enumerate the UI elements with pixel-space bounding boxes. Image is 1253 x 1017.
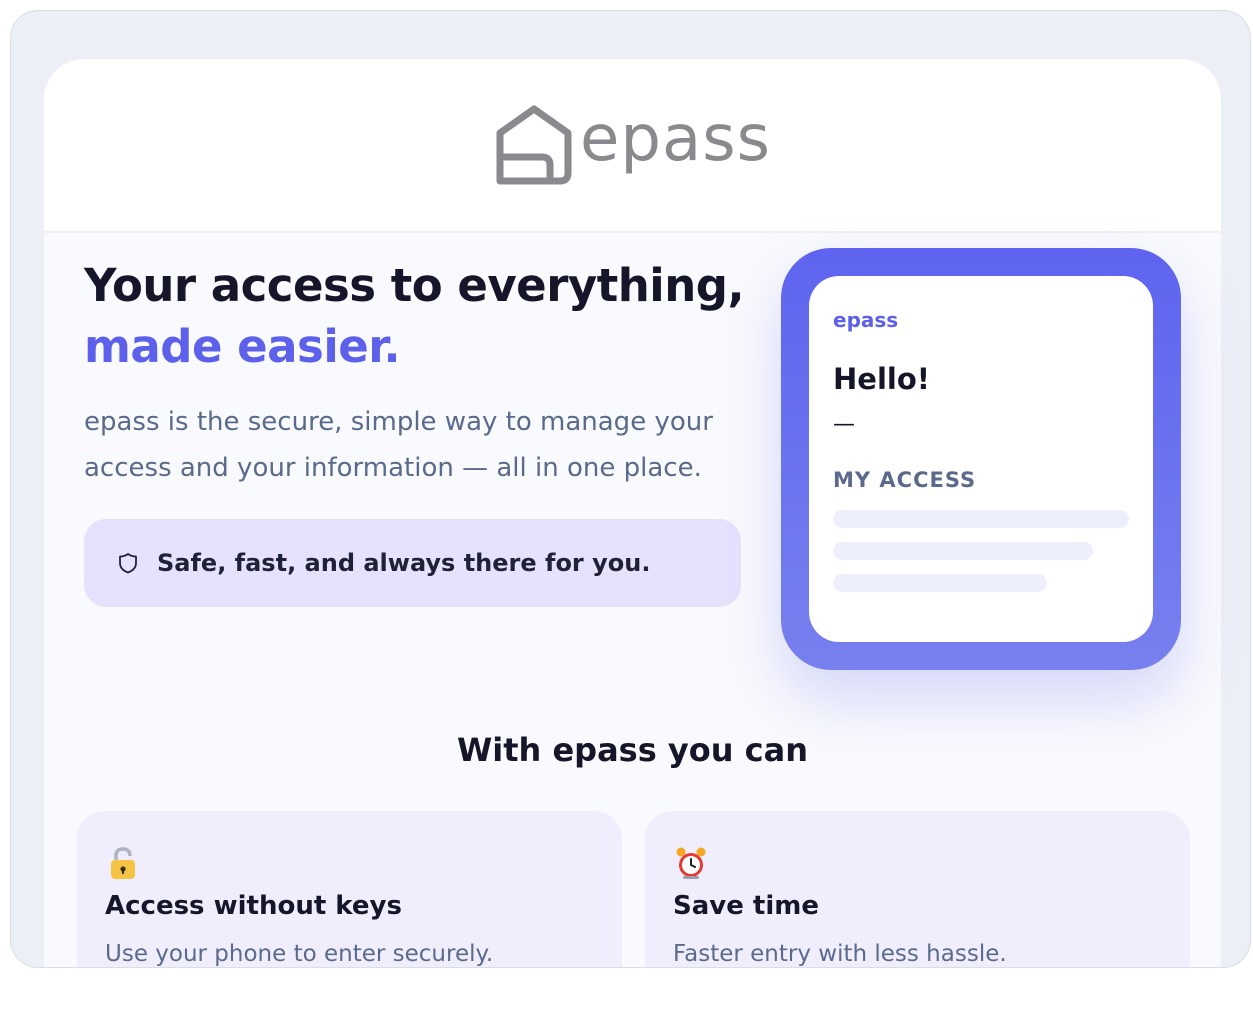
- alarm-clock-icon: [676, 847, 706, 879]
- landing-card: epass Your access to everything, made ea…: [44, 59, 1221, 967]
- safety-badge: Safe, fast, and always there for you.: [84, 519, 741, 607]
- padlock-icon: [111, 847, 135, 879]
- logo-header: epass: [44, 59, 1221, 233]
- shield-icon: [119, 553, 137, 574]
- feature-title: Access without keys: [105, 891, 402, 921]
- browser-viewport: epass Your access to everything, made ea…: [10, 10, 1251, 968]
- hero-title: Your access to everything, made easier.: [84, 255, 745, 377]
- safety-badge-text: Safe, fast, and always there for you.: [157, 549, 651, 577]
- hero-title-line2: made easier.: [84, 320, 401, 373]
- main-content: Your access to everything, made easier. …: [44, 233, 1221, 967]
- features-heading: With epass you can: [456, 731, 809, 769]
- placeholder-row: [833, 542, 1093, 560]
- phone-screen: epass Hello! — MY ACCESS: [809, 276, 1153, 642]
- phone-mockup: epass Hello! — MY ACCESS: [781, 248, 1181, 670]
- hero-title-line1: Your access to everything,: [84, 259, 745, 312]
- phone-greeting: Hello!: [833, 362, 930, 396]
- feature-description: Use your phone to enter securely.: [105, 941, 494, 967]
- placeholder-row: [833, 510, 1129, 528]
- phone-divider-dash: —: [833, 412, 855, 437]
- epass-logo[interactable]: epass: [494, 102, 771, 187]
- feature-card-time: Save time Faster entry with less hassle.: [645, 811, 1190, 967]
- house-icon: [496, 105, 572, 185]
- hero-subtitle: epass is the secure, simple way to manag…: [84, 407, 713, 483]
- logo-wordmark: epass: [580, 102, 771, 176]
- feature-card-access: Access without keys Use your phone to en…: [77, 811, 622, 967]
- placeholder-row: [833, 574, 1047, 592]
- phone-brand: epass: [833, 308, 899, 332]
- feature-title: Save time: [673, 891, 819, 921]
- phone-section-label: MY ACCESS: [833, 468, 977, 492]
- feature-description: Faster entry with less hassle.: [673, 941, 1007, 967]
